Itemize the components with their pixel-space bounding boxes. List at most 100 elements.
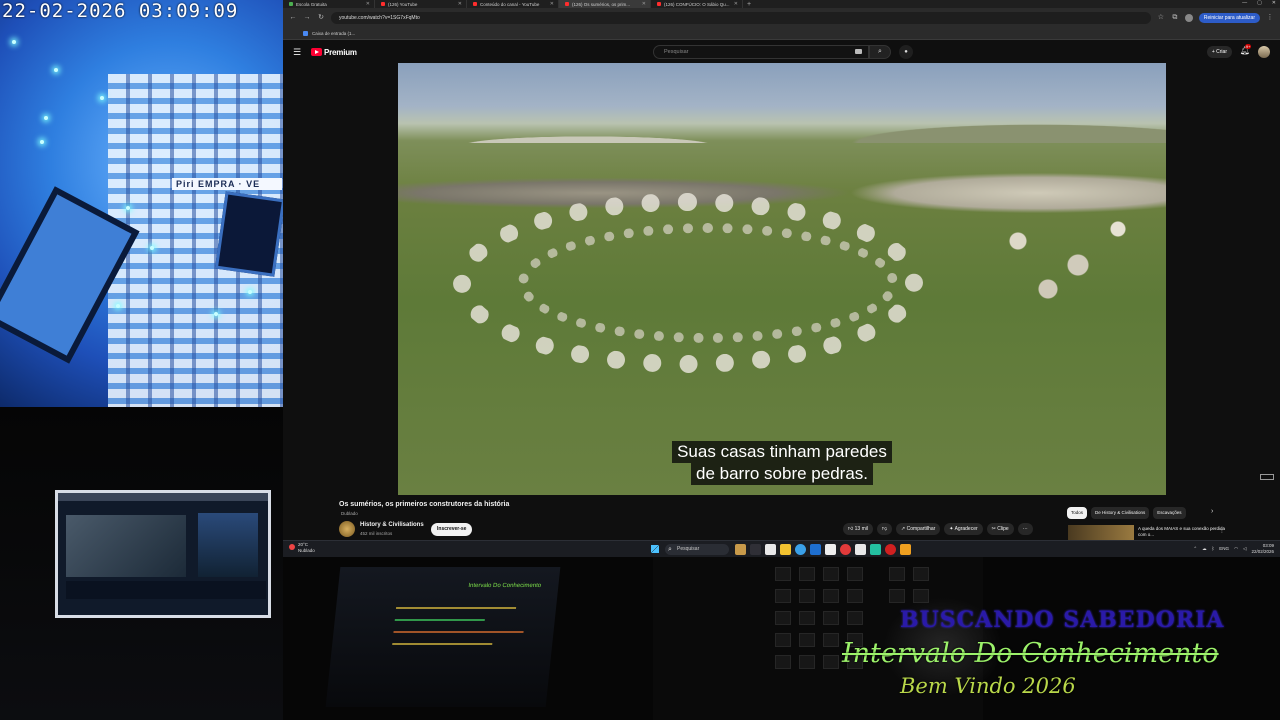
app-orange-icon[interactable] [900, 544, 911, 555]
led-light [150, 246, 154, 250]
secondary-monitor [55, 490, 271, 618]
reload-icon[interactable]: ↻ [317, 14, 325, 22]
chevron-up-icon[interactable]: ⌃ [1193, 546, 1197, 552]
notifications-button[interactable]: 🔔︎ 9+ [1240, 44, 1252, 55]
voice-search-button[interactable]: ● [899, 45, 913, 59]
extensions-icon[interactable]: ⧉ [1171, 14, 1179, 22]
close-icon[interactable]: ✕ [458, 1, 462, 7]
thumbs-down-icon: 👎︎ [881, 526, 888, 532]
channel-name[interactable]: History & Civilisations [360, 522, 424, 528]
pad [775, 589, 791, 603]
notepad-icon[interactable] [765, 544, 776, 555]
taskbar-clock[interactable]: 03:09 22/02/2026 [1251, 543, 1274, 554]
video-player[interactable]: Suas casas tinham paredes de barro sobre… [398, 63, 1166, 495]
more-vert-icon[interactable]: ⋮ [1219, 527, 1225, 534]
tab-channel-content[interactable]: Conteúdo do canal - YouTube ✕ [467, 0, 559, 8]
tab-confucio[interactable]: (126) CONFÚCIO: O Sábio Qu... ✕ [651, 0, 743, 8]
laptop-screen: Intervalo Do Conhecimento [325, 567, 561, 707]
audio-meter [394, 619, 485, 621]
chip-excavations[interactable]: Escavações [1153, 507, 1186, 519]
storefront-sign: Piri EMPRA · VE [172, 178, 282, 190]
widgets-icon[interactable] [735, 544, 746, 555]
url-field[interactable]: youtube.com/watch?v=1SG7xFqMto [331, 11, 1151, 24]
pinned-apps [735, 544, 911, 555]
weather-widget[interactable]: 20°C Nublado [289, 542, 315, 554]
dislike-button[interactable]: 👎︎ [876, 523, 893, 535]
subscribe-button[interactable]: Inscrever-se [431, 523, 473, 536]
recommended-title[interactable]: A queda dos MAIAS e sua conexão perdida … [1138, 526, 1228, 538]
maximize-icon[interactable]: ▢ [1257, 0, 1262, 6]
tab-escola[interactable]: Escola Gratuita ✕ [283, 0, 375, 8]
search-button[interactable]: ⌕ [869, 45, 891, 59]
pad [775, 567, 791, 581]
keyboard-icon[interactable] [855, 49, 862, 54]
thanks-button[interactable]: ✦ Agradecer [944, 523, 983, 535]
close-icon[interactable]: ✕ [734, 1, 738, 7]
close-icon[interactable]: ✕ [642, 1, 646, 7]
close-icon[interactable]: ✕ [550, 1, 554, 7]
window-controls: — ▢ ✕ [1242, 0, 1276, 6]
create-button[interactable]: + Criar [1206, 46, 1232, 58]
audio-meter [395, 607, 517, 609]
restart-update-button[interactable]: Reiniciar para atualizar [1198, 12, 1260, 23]
pad [889, 589, 905, 603]
app-icon[interactable] [825, 544, 836, 555]
share-button[interactable]: ↗ Compartilhar [896, 523, 941, 535]
notification-badge: 9+ [1244, 44, 1252, 49]
forward-icon[interactable]: → [303, 14, 311, 22]
captions-icon[interactable] [1260, 474, 1274, 480]
subtitle-line: Suas casas tinham paredes [398, 441, 1166, 463]
close-icon[interactable]: ✕ [366, 1, 370, 7]
microphone-icon: ● [904, 49, 908, 55]
tab-strip: Escola Gratuita ✕ (126) YouTube ✕ Conteúdo… [283, 0, 1280, 8]
close-window-icon[interactable]: ✕ [1272, 0, 1276, 6]
chevron-right-icon[interactable]: › [1211, 508, 1213, 515]
user-avatar[interactable] [1258, 46, 1270, 58]
youtube-play-icon [311, 48, 322, 56]
wifi-icon[interactable]: ◠ [1234, 546, 1238, 552]
thanks-label: Agradecer [954, 526, 978, 532]
recommended-thumbnail[interactable] [1068, 525, 1134, 540]
video-title: Os sumérios, os primeiros construtores d… [339, 501, 510, 508]
pad [775, 633, 791, 647]
app-teal-icon[interactable] [870, 544, 881, 555]
obs-icon[interactable] [855, 544, 866, 555]
chip-all[interactable]: Todos [1067, 507, 1088, 519]
channel-avatar[interactable] [339, 521, 355, 537]
back-icon[interactable]: ← [289, 14, 297, 22]
windows-start-icon[interactable] [651, 545, 659, 553]
bookmark-inbox[interactable]: Caixa de entrada (1... [312, 31, 355, 36]
taskbar-search[interactable]: Pesquisar [665, 544, 729, 555]
watermark-welcome: Bem Vindo 2026 [900, 674, 1076, 698]
monitor-titlebar [58, 493, 268, 501]
volume-icon[interactable]: ◁ [1243, 546, 1246, 552]
tab-youtube[interactable]: (126) YouTube ✕ [375, 0, 467, 8]
hamburger-menu-icon[interactable]: ☰ [293, 47, 305, 58]
file-explorer-icon[interactable] [780, 544, 791, 555]
clip-button[interactable]: ✂ Clipe [986, 523, 1014, 535]
led-light [40, 140, 44, 144]
bluetooth-icon[interactable]: ᛒ [1212, 546, 1215, 552]
youtube-icon [473, 2, 477, 6]
like-button[interactable]: 👍︎ 13 mil [843, 523, 873, 535]
chrome-icon[interactable] [840, 544, 851, 555]
pad [823, 655, 839, 669]
profile-avatar[interactable] [1184, 13, 1193, 22]
bookmark-star-icon[interactable]: ☆ [1157, 14, 1165, 22]
search-input[interactable]: Pesquisar [653, 45, 869, 59]
menu-icon[interactable]: ⋮ [1266, 14, 1274, 22]
more-actions-button[interactable]: ··· [1017, 523, 1033, 535]
youtube-app-icon[interactable] [885, 544, 896, 555]
tab-sumerians[interactable]: (126) Os sumérios, os prim... ✕ [559, 0, 651, 8]
task-view-icon[interactable] [750, 544, 761, 555]
store-icon[interactable] [810, 544, 821, 555]
cloud-icon[interactable]: ☁ [1202, 546, 1207, 552]
new-tab-button[interactable]: + [743, 1, 751, 8]
edge-icon[interactable] [795, 544, 806, 555]
language-indicator[interactable]: ENG [1219, 546, 1229, 552]
youtube-logo[interactable]: Premium [311, 48, 357, 57]
audio-meter [392, 643, 493, 645]
audio-meter [393, 631, 524, 633]
chip-channel[interactable]: De History & Civilisations [1091, 507, 1150, 519]
minimize-icon[interactable]: — [1242, 0, 1247, 6]
